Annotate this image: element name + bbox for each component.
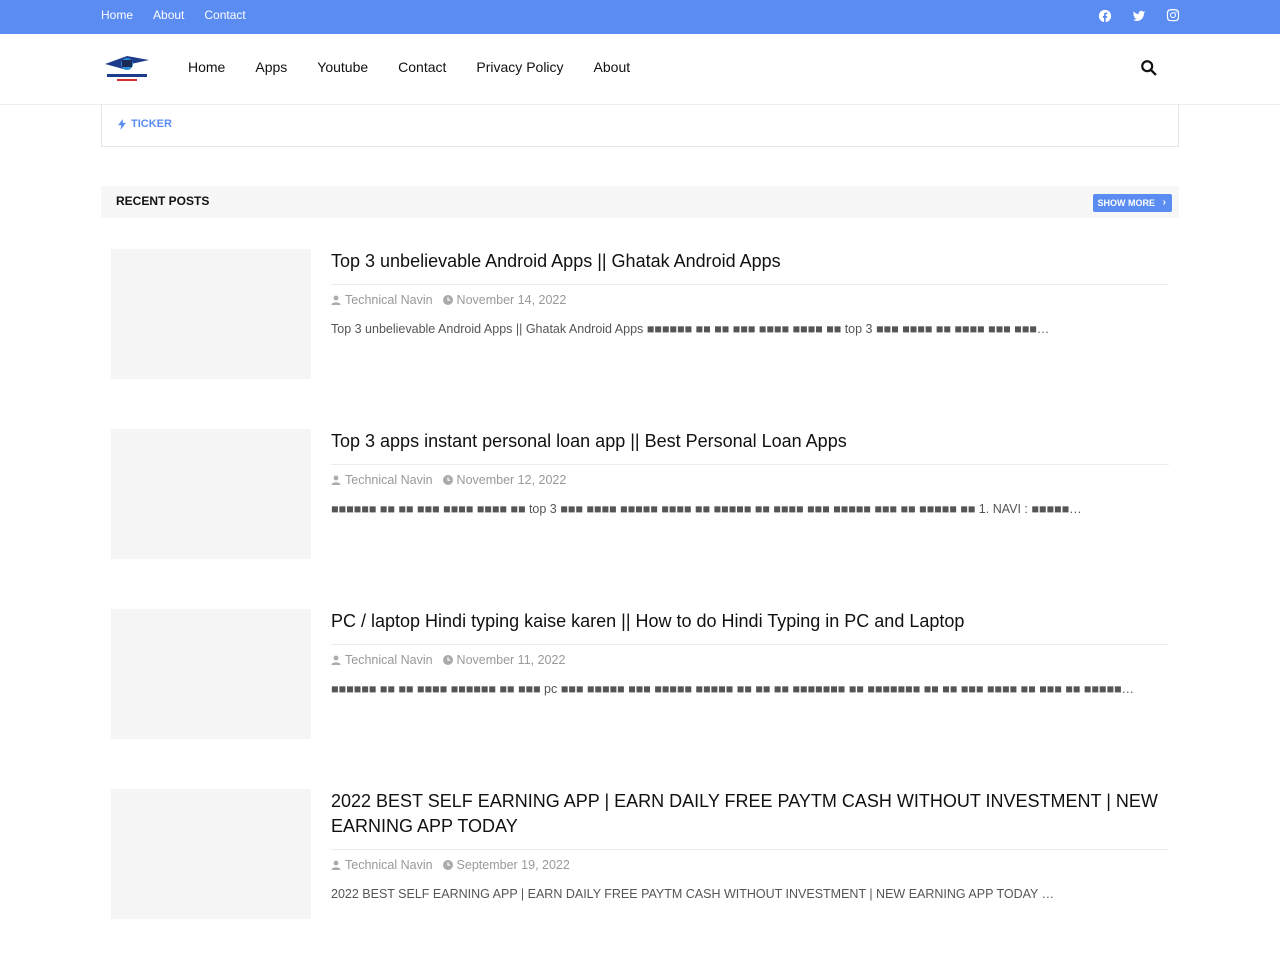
post-date: November 11, 2022 — [442, 653, 566, 667]
post-snippet: ■■■■■■ ■■ ■■ ■■■■ ■■■■■■ ■■ ■■■ pc ■■■ ■… — [331, 682, 1135, 696]
social-links — [1098, 9, 1180, 25]
user-icon — [331, 475, 341, 485]
post-thumbnail[interactable] — [111, 609, 311, 739]
post-thumbnail[interactable] — [111, 249, 311, 379]
site-logo[interactable] — [101, 50, 153, 86]
user-icon — [331, 655, 341, 665]
post-meta: Technical Navin November 11, 2022 — [331, 653, 1169, 667]
post-author-name: Technical Navin — [345, 858, 433, 872]
post-author-name: Technical Navin — [345, 293, 433, 307]
top-link-about[interactable]: About — [153, 8, 184, 22]
post-snippet: 2022 BEST SELF EARNING APP | EARN DAILY … — [331, 887, 1055, 901]
ticker-label-text: TICKER — [131, 118, 172, 130]
post-body: Top 3 unbelievable Android Apps || Ghata… — [331, 249, 1169, 338]
post-meta: Technical Navin November 12, 2022 — [331, 473, 1169, 487]
post-author-name: Technical Navin — [345, 473, 433, 487]
clock-icon — [442, 475, 453, 485]
top-links: Home About Contact — [101, 8, 246, 22]
post-title[interactable]: Top 3 unbelievable Android Apps || Ghata… — [331, 249, 1169, 285]
ticker-bar: TICKER — [101, 105, 1179, 147]
twitter-icon[interactable] — [1132, 9, 1146, 25]
main-nav: Home Apps Youtube Contact Privacy Policy… — [188, 59, 660, 75]
nav-about[interactable]: About — [594, 59, 631, 75]
bolt-icon — [118, 118, 126, 130]
post-date-text: November 14, 2022 — [456, 293, 567, 307]
post-title[interactable]: Top 3 apps instant personal loan app || … — [331, 429, 1169, 465]
post-date-text: November 11, 2022 — [456, 653, 566, 667]
post-meta: Technical Navin November 14, 2022 — [331, 293, 1169, 307]
post-body: Top 3 apps instant personal loan app || … — [331, 429, 1169, 518]
post-body: 2022 BEST SELF EARNING APP | EARN DAILY … — [331, 789, 1169, 903]
nav-youtube[interactable]: Youtube — [317, 59, 368, 75]
chevron-right-icon: › — [1162, 197, 1166, 208]
recent-posts-header: RECENT POSTS SHOW MORE › — [101, 186, 1179, 218]
post-date: November 12, 2022 — [442, 473, 567, 487]
post-snippet: ■■■■■■ ■■ ■■ ■■■ ■■■■ ■■■■ ■■ top 3 ■■■ … — [331, 502, 1082, 516]
nav-apps[interactable]: Apps — [255, 59, 287, 75]
post-author[interactable]: Technical Navin — [331, 293, 433, 307]
top-bar: Home About Contact — [0, 0, 1280, 34]
top-link-home[interactable]: Home — [101, 8, 133, 22]
instagram-icon[interactable] — [1166, 9, 1180, 25]
post-thumbnail[interactable] — [111, 429, 311, 559]
ticker-label: TICKER — [118, 118, 172, 130]
show-more-label: SHOW MORE — [1097, 198, 1156, 208]
post-author[interactable]: Technical Navin — [331, 653, 433, 667]
nav-home[interactable]: Home — [188, 59, 225, 75]
post-title[interactable]: 2022 BEST SELF EARNING APP | EARN DAILY … — [331, 789, 1169, 850]
post-title[interactable]: PC / laptop Hindi typing kaise karen || … — [331, 609, 1169, 645]
post-body: PC / laptop Hindi typing kaise karen || … — [331, 609, 1169, 698]
post-author[interactable]: Technical Navin — [331, 858, 433, 872]
clock-icon — [442, 860, 453, 870]
top-link-contact[interactable]: Contact — [204, 8, 245, 22]
post-thumbnail[interactable] — [111, 789, 311, 919]
post-author[interactable]: Technical Navin — [331, 473, 433, 487]
user-icon — [331, 295, 341, 305]
show-more-button[interactable]: SHOW MORE › — [1092, 194, 1172, 212]
post-date: November 14, 2022 — [442, 293, 567, 307]
post-date: September 19, 2022 — [442, 858, 570, 872]
nav-contact[interactable]: Contact — [398, 59, 446, 75]
post-author-name: Technical Navin — [345, 653, 433, 667]
facebook-icon[interactable] — [1098, 9, 1112, 25]
post-date-text: September 19, 2022 — [456, 858, 570, 872]
clock-icon — [442, 295, 453, 305]
main-header: Home Apps Youtube Contact Privacy Policy… — [0, 34, 1280, 105]
clock-icon — [442, 655, 453, 665]
nav-privacy-policy[interactable]: Privacy Policy — [476, 59, 563, 75]
post-meta: Technical Navin September 19, 2022 — [331, 858, 1169, 872]
user-icon — [331, 860, 341, 870]
post-snippet: Top 3 unbelievable Android Apps || Ghata… — [331, 322, 1050, 336]
section-title: RECENT POSTS — [116, 194, 210, 208]
post-date-text: November 12, 2022 — [456, 473, 567, 487]
search-icon[interactable] — [1140, 59, 1160, 79]
